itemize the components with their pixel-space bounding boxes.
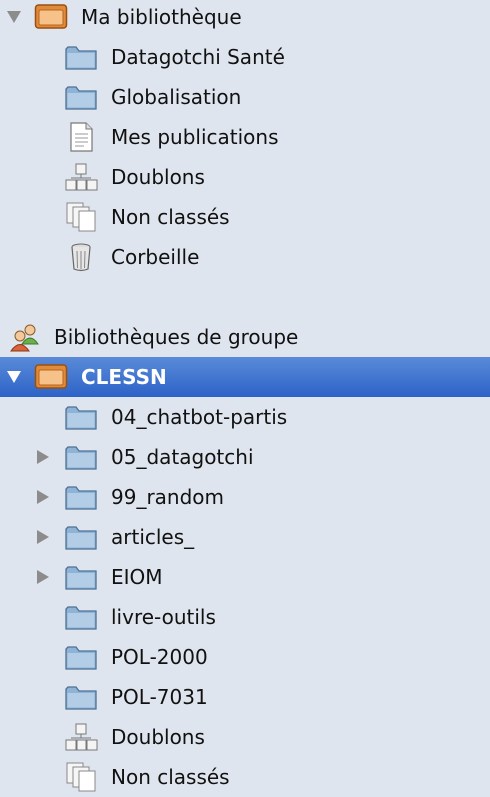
collection-row[interactable]: articles_ — [0, 517, 490, 557]
collection-label: Non classés — [111, 765, 230, 789]
library-icon — [34, 2, 68, 32]
collection-row[interactable]: 04_chatbot-partis — [0, 397, 490, 437]
folder-icon — [64, 42, 98, 72]
disclosure-expanded-icon[interactable] — [3, 366, 25, 388]
my-library-row[interactable]: Ma bibliothèque — [0, 0, 490, 37]
folder-icon — [64, 522, 98, 552]
collection-label: Non classés — [111, 205, 230, 229]
folder-icon — [64, 402, 98, 432]
collection-label: Datagotchi Santé — [111, 45, 285, 69]
group-users-icon — [8, 322, 42, 352]
collection-label: livre-outils — [111, 605, 216, 629]
folder-icon — [64, 682, 98, 712]
disclosure-collapsed-icon[interactable] — [32, 446, 54, 468]
collection-label: Doublons — [111, 165, 205, 189]
group-libraries-header: Bibliothèques de groupe — [0, 317, 490, 357]
disclosure-collapsed-icon[interactable] — [32, 526, 54, 548]
group-libraries-label: Bibliothèques de groupe — [54, 325, 299, 349]
collection-row[interactable]: 05_datagotchi — [0, 437, 490, 477]
group-library-clessn-row[interactable]: CLESSN — [0, 357, 490, 397]
duplicates-row[interactable]: Doublons — [0, 717, 490, 757]
my-publications-row[interactable]: Mes publications — [0, 117, 490, 157]
folder-icon — [64, 562, 98, 592]
collection-row[interactable]: POL-7031 — [0, 677, 490, 717]
unfiled-icon — [64, 202, 98, 232]
collection-label: Globalisation — [111, 85, 242, 109]
my-library-label: Ma bibliothèque — [81, 5, 242, 29]
folder-icon — [64, 602, 98, 632]
collection-row[interactable]: EIOM — [0, 557, 490, 597]
document-icon — [64, 122, 98, 152]
trash-row[interactable]: Corbeille — [0, 237, 490, 277]
disclosure-expanded-icon[interactable] — [3, 6, 25, 28]
collection-label: 05_datagotchi — [111, 445, 254, 469]
collection-label: Doublons — [111, 725, 205, 749]
collection-label: EIOM — [111, 565, 163, 589]
folder-icon — [64, 642, 98, 672]
folder-icon — [64, 82, 98, 112]
collection-label: 04_chatbot-partis — [111, 405, 288, 429]
folder-icon — [64, 442, 98, 472]
unfiled-row[interactable]: Non classés — [0, 757, 490, 797]
unfiled-row[interactable]: Non classés — [0, 197, 490, 237]
group-library-label: CLESSN — [81, 365, 167, 389]
library-icon — [34, 362, 68, 392]
folder-icon — [64, 482, 98, 512]
collection-row[interactable]: livre-outils — [0, 597, 490, 637]
collection-row[interactable]: 99_random — [0, 477, 490, 517]
collection-row[interactable]: Globalisation — [0, 77, 490, 117]
trash-icon — [64, 242, 98, 272]
collection-label: Corbeille — [111, 245, 200, 269]
collection-label: 99_random — [111, 485, 225, 509]
collection-row[interactable]: Datagotchi Santé — [0, 37, 490, 77]
collection-label: articles_ — [111, 525, 195, 549]
collection-label: Mes publications — [111, 125, 279, 149]
duplicates-row[interactable]: Doublons — [0, 157, 490, 197]
disclosure-collapsed-icon[interactable] — [32, 486, 54, 508]
collection-label: POL-2000 — [111, 645, 208, 669]
disclosure-collapsed-icon[interactable] — [32, 566, 54, 588]
collection-row[interactable]: POL-2000 — [0, 637, 490, 677]
unfiled-icon — [64, 762, 98, 792]
duplicates-icon — [64, 722, 98, 752]
collection-label: POL-7031 — [111, 685, 208, 709]
duplicates-icon — [64, 162, 98, 192]
